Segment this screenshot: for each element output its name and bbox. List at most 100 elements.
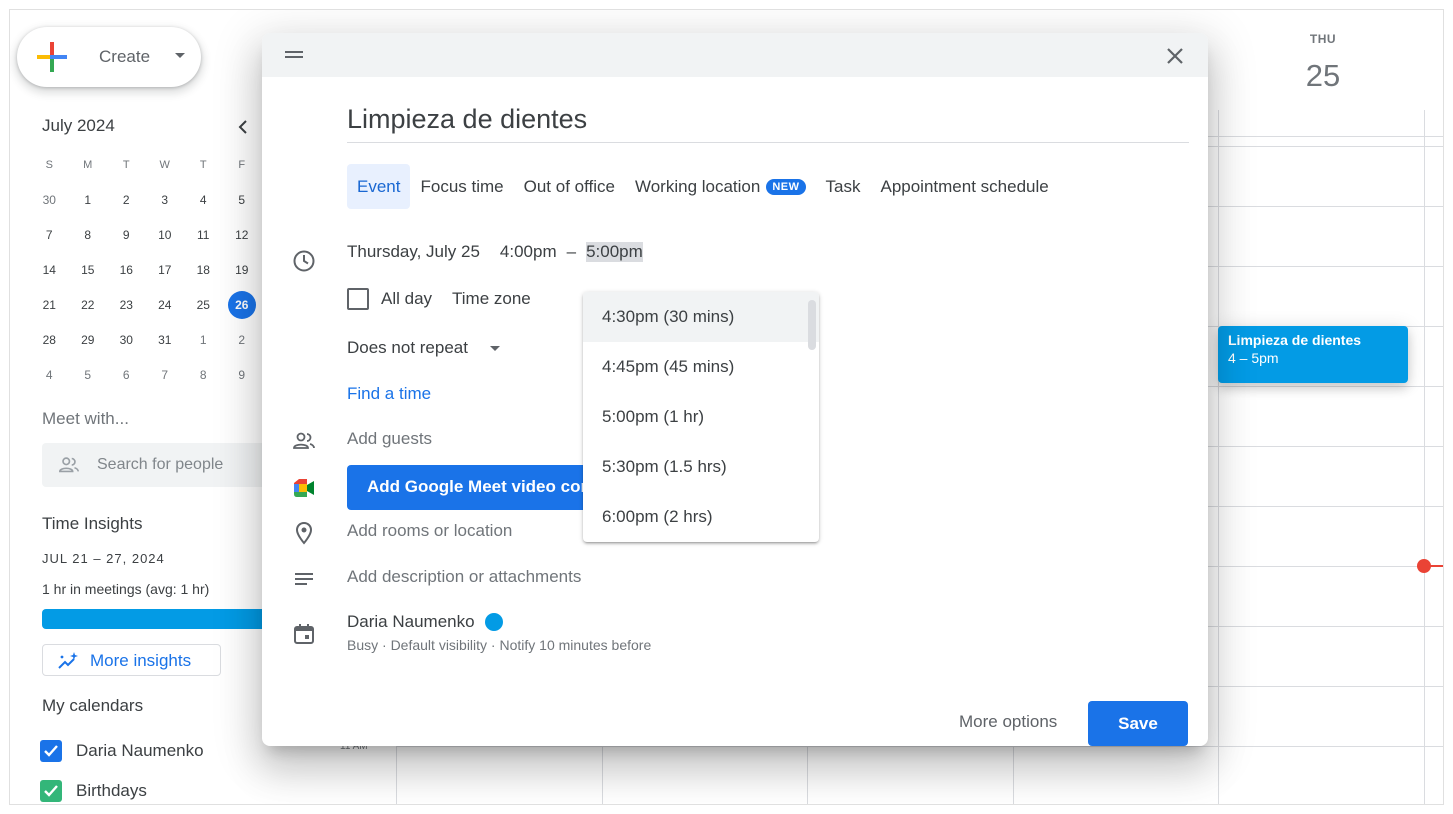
more-options-button[interactable]: More options <box>959 712 1057 732</box>
day-number: 8 <box>84 227 92 242</box>
mini-calendar-day[interactable]: 7 <box>30 228 69 242</box>
calendar-owner-select[interactable]: Daria Naumenko <box>347 612 503 632</box>
calendar-item-daria[interactable]: Daria Naumenko <box>40 739 204 763</box>
mini-calendar-day[interactable]: 9 <box>223 368 262 382</box>
mini-calendar-day[interactable]: 1 <box>184 333 223 347</box>
mini-calendar-day[interactable]: 7 <box>146 368 185 382</box>
day-number: 29 <box>81 332 95 347</box>
more-insights-button[interactable]: More insights <box>42 644 221 676</box>
date-button[interactable]: Thursday, July 25 <box>347 242 480 262</box>
mini-calendar-day[interactable]: 6 <box>107 368 146 382</box>
mini-calendar-day[interactable]: 1 <box>69 193 108 207</box>
grid-day-divider <box>602 746 603 804</box>
mini-calendar-day[interactable]: 25 <box>184 298 223 312</box>
repeat-select[interactable]: Does not repeat <box>347 338 500 358</box>
chevron-left-icon[interactable] <box>232 116 254 138</box>
calendar-app: Create July 2024 S M T W T F 30 1 2 3 4 5 7 8 9 10 11 12 1… <box>9 9 1444 805</box>
search-people-input[interactable]: Search for people <box>42 443 272 487</box>
day-number: 11 <box>197 227 210 242</box>
mini-calendar-day[interactable]: 23 <box>107 298 146 312</box>
dropdown-option[interactable]: 5:00pm (1 hr) <box>583 392 819 442</box>
grid-hour-line <box>1208 446 1443 447</box>
time-zone-button[interactable]: Time zone <box>452 289 531 309</box>
day-number: 10 <box>158 227 172 242</box>
plus-icon <box>37 42 67 72</box>
add-guests-input[interactable]: Add guests <box>347 429 432 449</box>
mini-calendar-day[interactable]: 28 <box>30 333 69 347</box>
grid-hour-line <box>1208 136 1443 137</box>
close-icon[interactable] <box>1164 45 1186 67</box>
mini-calendar-day[interactable]: 30 <box>107 333 146 347</box>
mini-calendar-day[interactable]: 16 <box>107 263 146 277</box>
save-button[interactable]: Save <box>1088 701 1188 746</box>
mini-calendar-day[interactable]: 19 <box>223 263 262 277</box>
dropdown-scrollbar[interactable] <box>808 300 816 350</box>
day-number: 15 <box>81 262 95 277</box>
mini-calendar-day[interactable]: 4 <box>30 368 69 382</box>
grid-hour-line <box>1208 146 1443 147</box>
event-title-input[interactable] <box>347 103 1189 143</box>
weekday-label: T <box>122 159 130 171</box>
tab-event[interactable]: Event <box>347 164 411 209</box>
caret-down-icon <box>489 345 500 351</box>
mini-calendar-day[interactable]: 18 <box>184 263 223 277</box>
tab-working-location[interactable]: Working location NEW <box>625 164 816 209</box>
mini-calendar-day[interactable]: 22 <box>69 298 108 312</box>
mini-calendar-day[interactable]: 14 <box>30 263 69 277</box>
mini-calendar-day[interactable]: 8 <box>184 368 223 382</box>
mini-calendar-day[interactable]: 15 <box>69 263 108 277</box>
tab-out-of-office[interactable]: Out of office <box>514 164 625 209</box>
tab-focus-time[interactable]: Focus time <box>410 164 513 209</box>
calendar-checkbox[interactable] <box>40 740 62 762</box>
dropdown-option[interactable]: 4:45pm (45 mins) <box>583 342 819 392</box>
mini-calendar-day[interactable]: 3 <box>146 193 185 207</box>
day-number: 22 <box>81 297 95 312</box>
start-time-button[interactable]: 4:00pm <box>500 242 557 262</box>
dropdown-option[interactable]: 6:00pm (2 hrs) <box>583 492 819 542</box>
time-insights-title: Time Insights <box>42 514 143 533</box>
mini-calendar-day[interactable]: 12 <box>223 228 262 242</box>
mini-calendar-day[interactable]: 10 <box>146 228 185 242</box>
mini-calendar-day[interactable]: 2 <box>223 333 262 347</box>
mini-calendar-today[interactable]: 26 <box>223 290 262 319</box>
create-button[interactable]: Create <box>17 27 201 87</box>
mini-calendar-day[interactable]: 29 <box>69 333 108 347</box>
mini-calendar-day[interactable]: 21 <box>30 298 69 312</box>
end-time-button[interactable]: 5:00pm <box>586 242 643 262</box>
mini-calendar-day[interactable]: 30 <box>30 193 69 207</box>
mini-calendar-day[interactable]: 11 <box>184 228 223 242</box>
calendar-item-birthdays[interactable]: Birthdays <box>40 779 147 803</box>
mini-calendar-day[interactable]: 4 <box>184 193 223 207</box>
mini-calendar-day[interactable]: 9 <box>107 228 146 242</box>
dialog-header[interactable] <box>262 33 1208 77</box>
mini-calendar-day[interactable]: 8 <box>69 228 108 242</box>
day-header-number[interactable]: 25 <box>1295 58 1351 94</box>
tab-appointment-schedule[interactable]: Appointment schedule <box>870 164 1058 209</box>
add-google-meet-button[interactable]: Add Google Meet video conferencing <box>347 465 597 510</box>
calendar-color-dot <box>484 613 503 631</box>
mini-calendar-day[interactable]: 31 <box>146 333 185 347</box>
drag-handle-icon[interactable] <box>285 50 303 60</box>
mini-calendar-day[interactable]: 17 <box>146 263 185 277</box>
dropdown-option[interactable]: 4:30pm (30 mins) <box>583 292 819 342</box>
calendar-event[interactable]: Limpieza de dientes 4 – 5pm <box>1218 326 1408 383</box>
day-number: 3 <box>161 192 169 207</box>
all-day-checkbox[interactable] <box>347 288 369 310</box>
find-a-time-link[interactable]: Find a time <box>347 384 431 404</box>
calendar-checkbox[interactable] <box>40 780 62 802</box>
mini-calendar-day[interactable]: 5 <box>69 368 108 382</box>
add-description-input[interactable]: Add description or attachments <box>347 567 581 587</box>
time-insights-range: JUL 21 – 27, 2024 <box>42 551 165 566</box>
add-location-input[interactable]: Add rooms or location <box>347 521 512 541</box>
tab-label: Appointment schedule <box>880 176 1049 196</box>
dropdown-option[interactable]: 5:30pm (1.5 hrs) <box>583 442 819 492</box>
day-number: 26 <box>227 290 256 319</box>
tab-task[interactable]: Task <box>816 164 871 209</box>
day-number: 5 <box>84 367 92 382</box>
mini-calendar-day[interactable]: 24 <box>146 298 185 312</box>
mini-calendar-day[interactable]: 2 <box>107 193 146 207</box>
day-number: 7 <box>45 227 53 242</box>
mini-calendar-day[interactable]: 5 <box>223 193 262 207</box>
caret-down-icon <box>175 53 185 58</box>
date-time-row: Thursday, July 25 4:00pm – 5:00pm <box>347 239 643 265</box>
